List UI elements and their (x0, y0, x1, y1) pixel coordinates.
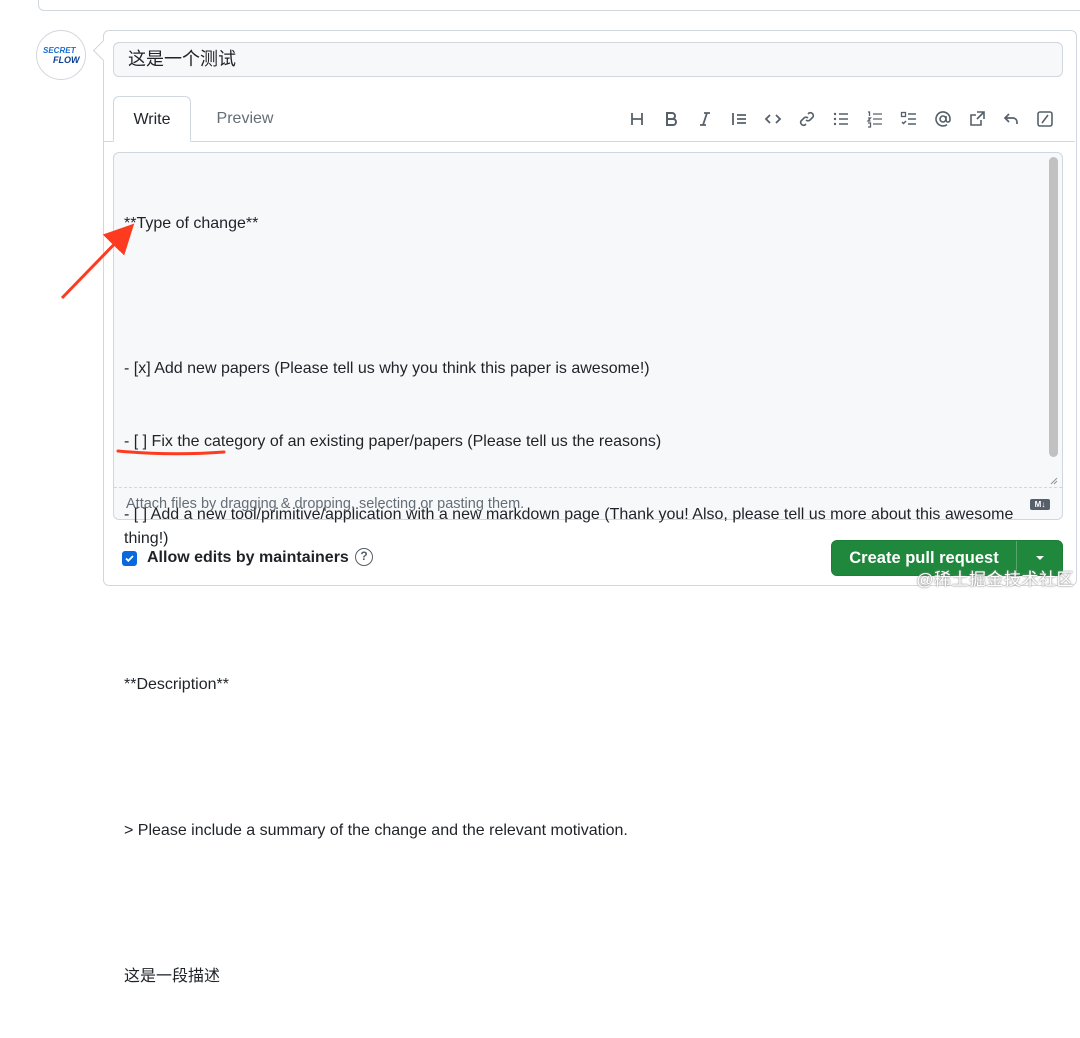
tab-write[interactable]: Write (113, 96, 191, 142)
body-line: 这是一段描述 (124, 967, 221, 985)
comment-body-textarea[interactable]: **Type of change** - [x] Add new papers … (113, 152, 1063, 985)
scrollbar[interactable] (1049, 157, 1058, 457)
markdown-icon[interactable]: M↓ (1030, 499, 1050, 510)
tab-preview[interactable]: Preview (200, 96, 290, 142)
code-icon[interactable] (756, 107, 790, 131)
task-list-icon[interactable] (892, 107, 926, 131)
mention-icon[interactable] (926, 107, 960, 131)
body-line: - [x] Add new papers (Please tell us why… (124, 360, 650, 378)
body-line (124, 892, 1044, 916)
comment-body-text: **Type of change** - [x] Add new papers … (124, 163, 1044, 1038)
attach-hint: Attach files by dragging & dropping, sel… (126, 496, 525, 512)
body-line: **Description** (124, 676, 229, 694)
reference-icon[interactable] (960, 107, 994, 131)
bulleted-list-icon[interactable] (824, 107, 858, 131)
markdown-toolbar (620, 107, 1062, 131)
body-line: > Please include a summary of the change… (124, 822, 628, 840)
italic-icon[interactable] (688, 107, 722, 131)
body-line (124, 284, 1044, 308)
resize-grip-icon[interactable] (1048, 475, 1058, 485)
title-input[interactable]: 这是一个测试 (113, 42, 1063, 77)
help-icon[interactable]: ? (355, 548, 373, 566)
heading-icon[interactable] (620, 107, 654, 131)
bold-icon[interactable] (654, 107, 688, 131)
svg-text:FLOW: FLOW (53, 55, 81, 65)
slash-commands-icon[interactable] (1028, 107, 1062, 131)
link-icon[interactable] (790, 107, 824, 131)
body-line (124, 746, 1044, 770)
allow-edits-checkbox[interactable] (122, 551, 137, 566)
svg-text:SECRET: SECRET (43, 46, 77, 55)
undo-icon[interactable] (994, 107, 1028, 131)
allow-edits-label[interactable]: Allow edits by maintainers (147, 547, 349, 569)
checkmark-icon (125, 555, 134, 563)
body-line (124, 600, 1044, 624)
chevron-down-icon (1035, 556, 1044, 560)
quote-icon[interactable] (722, 107, 756, 131)
previous-card-edge (38, 0, 1080, 11)
body-line: - [ ] Fix the category of an existing pa… (124, 433, 662, 451)
body-line: **Type of change** (124, 214, 259, 232)
watermark: @稀土掘金技术社区 (916, 570, 1074, 589)
avatar[interactable]: SECRET FLOW (36, 30, 86, 80)
numbered-list-icon[interactable] (858, 107, 892, 131)
secretflow-logo: SECRET FLOW (43, 46, 81, 65)
attach-files-bar[interactable]: Attach files by dragging & dropping, sel… (114, 487, 1062, 519)
